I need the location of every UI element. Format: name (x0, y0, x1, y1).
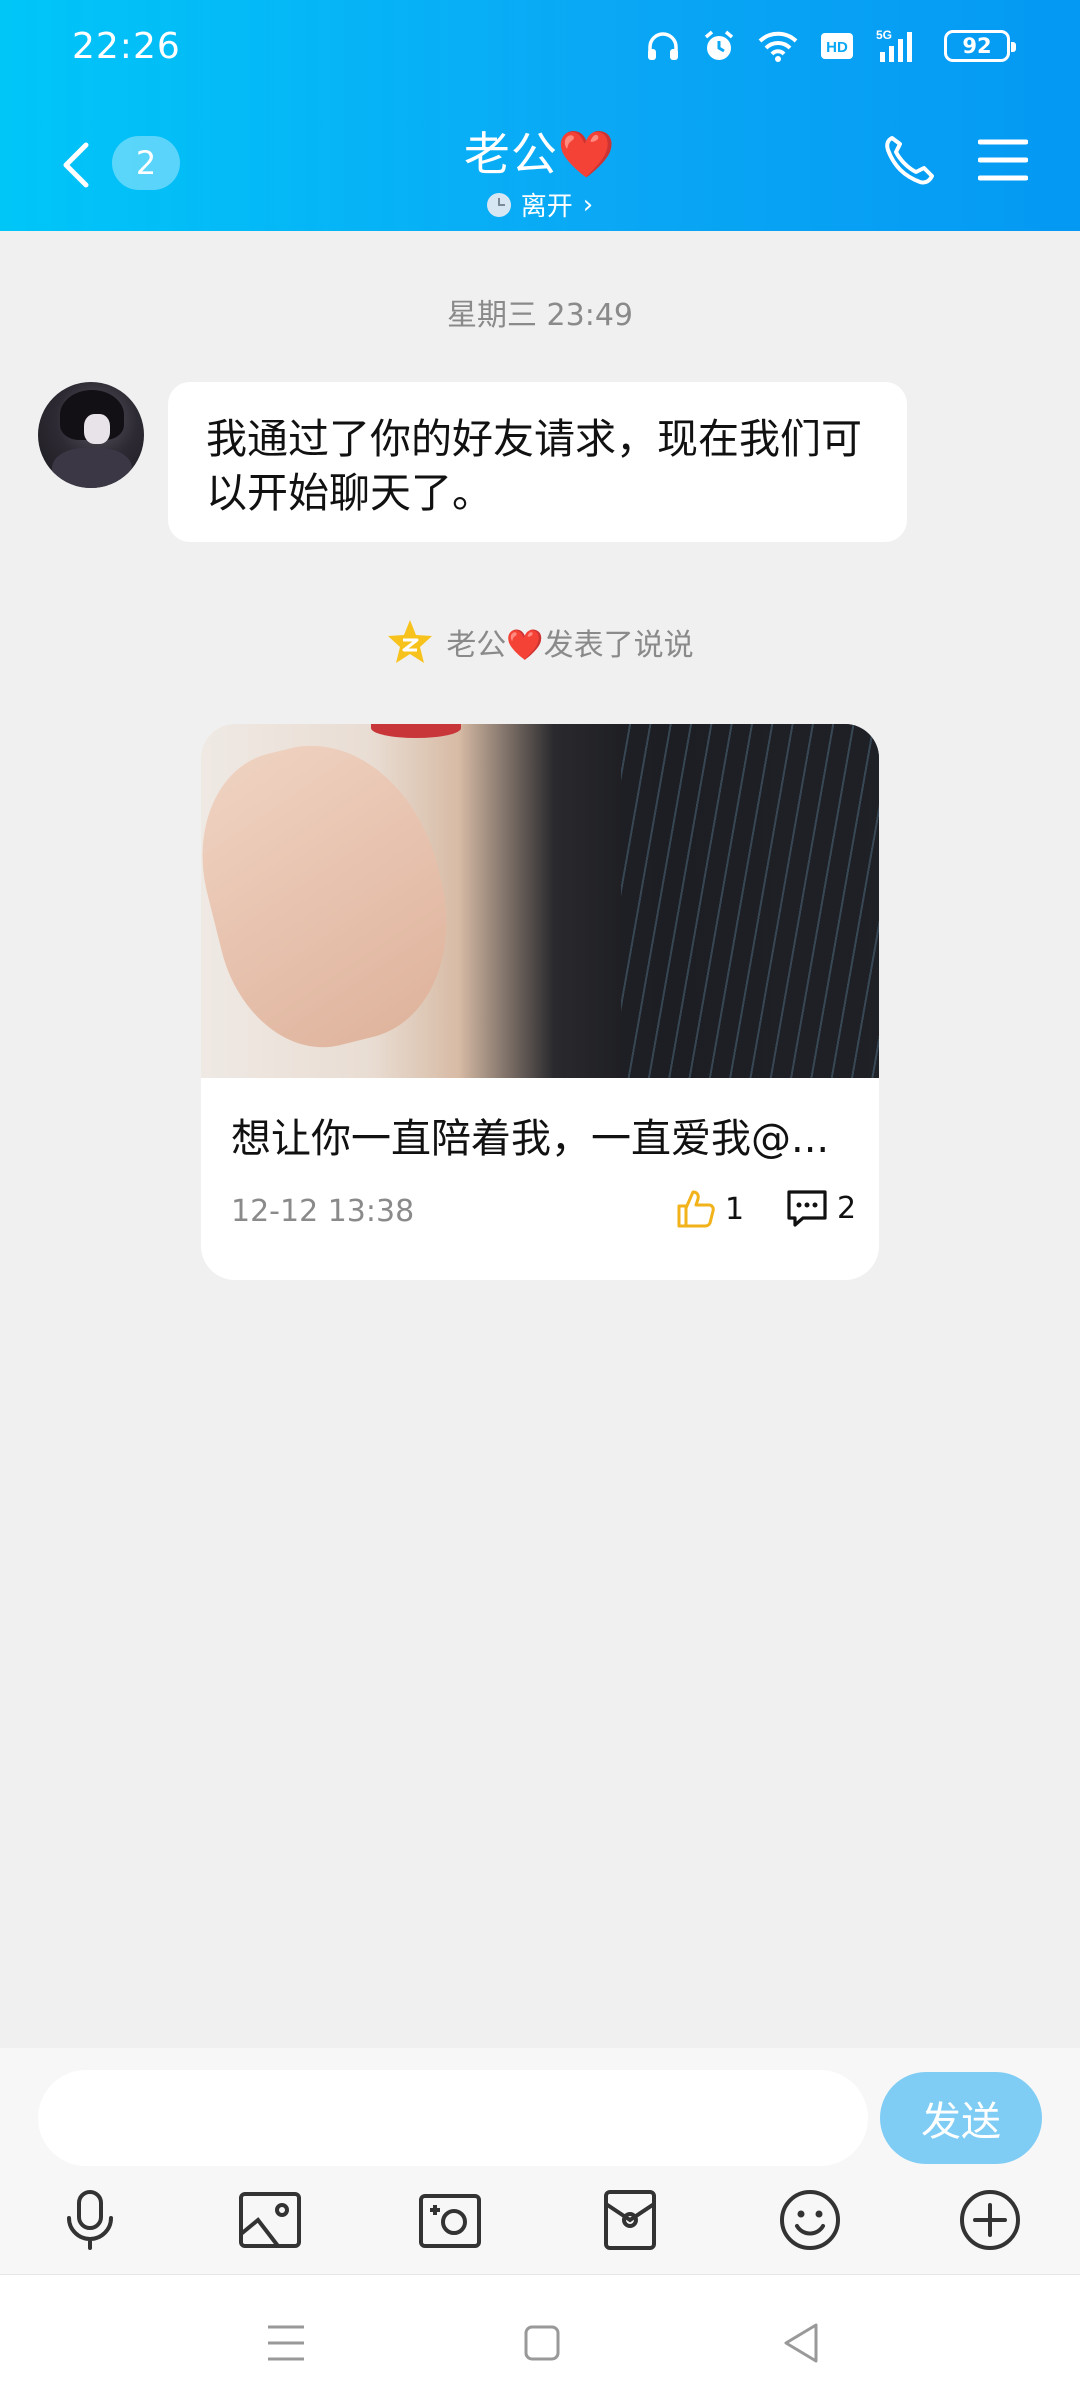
like-button[interactable]: 1 (675, 1188, 744, 1230)
emoji-icon[interactable] (774, 2184, 846, 2256)
notice-text: 老公❤️发表了说说 (446, 628, 694, 663)
5g-signal-icon: 5G (876, 28, 912, 62)
moment-notice: 老公❤️发表了说说 (0, 618, 1080, 666)
comment-button[interactable]: 2 (785, 1188, 856, 1228)
alarm-icon (704, 30, 734, 60)
moment-date: 12-12 13:38 (231, 1194, 415, 1229)
phone-icon[interactable] (880, 132, 936, 188)
status-text: 离开 (520, 192, 573, 222)
battery-level: 92 (962, 34, 992, 58)
battery-icon: 92 (944, 30, 1016, 62)
plus-icon[interactable] (954, 2184, 1026, 2256)
image-icon[interactable] (234, 2184, 306, 2256)
red-packet-icon[interactable] (594, 2184, 666, 2256)
chat-header: 22:26 HD 5G 92 2 老公❤️ 离开 › (0, 0, 1080, 231)
hd-icon: HD (821, 33, 853, 59)
input-toolbar (0, 2184, 1080, 2274)
menu-icon[interactable] (978, 138, 1028, 182)
online-status[interactable]: 离开 › (0, 186, 1080, 223)
like-count: 1 (725, 1191, 745, 1227)
moment-image[interactable] (201, 724, 879, 1078)
message-input[interactable] (38, 2070, 868, 2166)
thumbs-up-icon (677, 1190, 715, 1228)
chevron-right-icon: › (582, 189, 594, 220)
moment-text: 想让你一直陪着我，一直爱我@... (231, 1116, 830, 1162)
comment-count: 2 (837, 1190, 857, 1226)
wifi-icon (758, 31, 798, 62)
back-nav-icon[interactable] (778, 2319, 826, 2367)
status-time: 22:26 (72, 26, 181, 67)
qzone-star-icon (388, 620, 433, 663)
status-icons: HD 5G 92 (646, 28, 1016, 64)
svg-text:5G: 5G (876, 28, 892, 42)
status-clock-icon (486, 192, 511, 217)
headphones-icon (648, 32, 678, 60)
avatar[interactable] (38, 382, 144, 488)
system-nav-bar (0, 2274, 1080, 2408)
moment-card[interactable]: 想让你一直陪着我，一直爱我@... 12-12 13:38 1 2 (201, 724, 879, 1280)
comment-icon (787, 1190, 827, 1227)
message-bubble[interactable]: 我通过了你的好友请求，现在我们可以开始聊天了。 (168, 382, 907, 542)
send-button[interactable]: 发送 (880, 2072, 1042, 2164)
home-icon[interactable] (518, 2319, 566, 2367)
camera-icon[interactable] (414, 2184, 486, 2256)
recents-menu-icon[interactable] (262, 2319, 310, 2367)
message-timestamp: 星期三 23:49 (447, 298, 633, 333)
svg-text:HD: HD (826, 39, 848, 56)
microphone-icon[interactable] (54, 2184, 126, 2256)
